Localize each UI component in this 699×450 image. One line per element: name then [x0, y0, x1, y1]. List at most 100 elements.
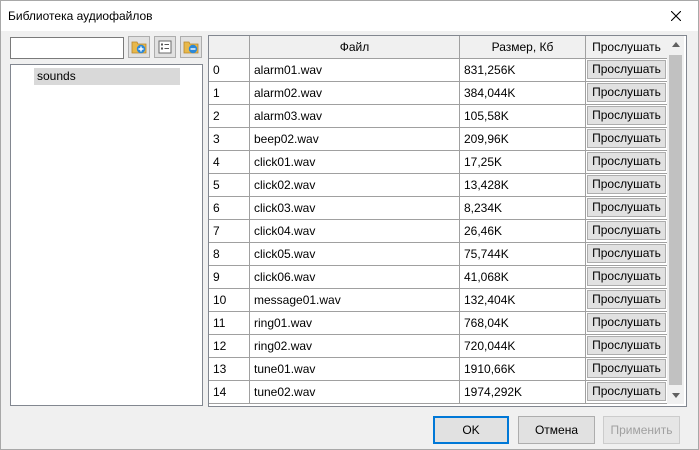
row-index: 5	[209, 174, 250, 197]
header-index[interactable]	[209, 36, 250, 59]
table-row[interactable]: 11 ring01.wav 768,04K Прослушать	[209, 312, 668, 335]
row-file-size: 768,04K	[460, 312, 586, 335]
row-file-name: click06.wav	[250, 266, 460, 289]
table-row[interactable]: 10 message01.wav 132,404K Прослушать	[209, 289, 668, 312]
row-file-size: 720,044K	[460, 335, 586, 358]
row-play-cell: Прослушать	[586, 312, 668, 335]
list-view-button[interactable]	[154, 36, 176, 58]
play-button[interactable]: Прослушать	[587, 106, 666, 125]
row-index: 6	[209, 197, 250, 220]
table-row[interactable]: 13 tune01.wav 1910,66K Прослушать	[209, 358, 668, 381]
search-input[interactable]	[10, 37, 124, 59]
row-play-cell: Прослушать	[586, 335, 668, 358]
remove-folder-icon	[183, 41, 199, 54]
row-file-name: alarm01.wav	[250, 59, 460, 82]
scroll-down-button[interactable]	[667, 387, 684, 404]
table-row[interactable]: 6 click03.wav 8,234K Прослушать	[209, 197, 668, 220]
row-play-cell: Прослушать	[586, 220, 668, 243]
cancel-button[interactable]: Отмена	[518, 416, 595, 444]
table-row[interactable]: 9 click06.wav 41,068K Прослушать	[209, 266, 668, 289]
window-title: Библиотека аудиофайлов	[8, 9, 153, 23]
row-file-size: 1910,66K	[460, 358, 586, 381]
row-file-name: alarm02.wav	[250, 82, 460, 105]
play-button[interactable]: Прослушать	[587, 152, 666, 171]
row-file-size: 41,068K	[460, 266, 586, 289]
row-file-size: 1974,292K	[460, 381, 586, 404]
scrollbar-thumb[interactable]	[669, 55, 682, 385]
play-button[interactable]: Прослушать	[587, 83, 666, 102]
row-file-size: 13,428K	[460, 174, 586, 197]
row-index: 2	[209, 105, 250, 128]
table-row[interactable]: 0 alarm01.wav 831,256K Прослушать	[209, 59, 668, 82]
play-button[interactable]: Прослушать	[587, 175, 666, 194]
table-row[interactable]: 12 ring02.wav 720,044K Прослушать	[209, 335, 668, 358]
scroll-up-button[interactable]	[667, 36, 684, 53]
play-button[interactable]: Прослушать	[587, 244, 666, 263]
row-file-size: 105,58K	[460, 105, 586, 128]
row-file-name: beep02.wav	[250, 128, 460, 151]
table-row[interactable]: 2 alarm03.wav 105,58K Прослушать	[209, 105, 668, 128]
add-folder-icon	[131, 41, 147, 54]
remove-folder-button[interactable]	[180, 36, 202, 58]
row-file-size: 132,404K	[460, 289, 586, 312]
table-row[interactable]: 7 click04.wav 26,46K Прослушать	[209, 220, 668, 243]
ok-button[interactable]: OK	[433, 416, 509, 444]
row-index: 7	[209, 220, 250, 243]
row-file-name: click05.wav	[250, 243, 460, 266]
play-button[interactable]: Прослушать	[587, 313, 666, 332]
row-file-size: 8,234K	[460, 197, 586, 220]
row-play-cell: Прослушать	[586, 151, 668, 174]
row-file-name: click02.wav	[250, 174, 460, 197]
folder-tree[interactable]: sounds	[10, 64, 203, 406]
row-play-cell: Прослушать	[586, 174, 668, 197]
row-file-name: click01.wav	[250, 151, 460, 174]
table-row[interactable]: 4 click01.wav 17,25K Прослушать	[209, 151, 668, 174]
row-play-cell: Прослушать	[586, 381, 668, 404]
header-play[interactable]: Прослушать	[586, 36, 668, 59]
play-button[interactable]: Прослушать	[587, 129, 666, 148]
close-button[interactable]	[654, 1, 698, 31]
play-button[interactable]: Прослушать	[587, 290, 666, 309]
row-play-cell: Прослушать	[586, 105, 668, 128]
row-file-size: 26,46K	[460, 220, 586, 243]
row-index: 8	[209, 243, 250, 266]
play-button[interactable]: Прослушать	[587, 221, 666, 240]
row-play-cell: Прослушать	[586, 289, 668, 312]
play-button[interactable]: Прослушать	[587, 60, 666, 79]
table-row[interactable]: 5 click02.wav 13,428K Прослушать	[209, 174, 668, 197]
row-play-cell: Прослушать	[586, 197, 668, 220]
apply-button[interactable]: Применить	[603, 416, 680, 444]
row-file-name: ring02.wav	[250, 335, 460, 358]
row-file-size: 384,044K	[460, 82, 586, 105]
row-file-name: tune01.wav	[250, 358, 460, 381]
row-index: 14	[209, 381, 250, 404]
table-row[interactable]: 1 alarm02.wav 384,044K Прослушать	[209, 82, 668, 105]
row-file-name: click03.wav	[250, 197, 460, 220]
header-file[interactable]: Файл	[250, 36, 460, 59]
play-button[interactable]: Прослушать	[587, 267, 666, 286]
row-play-cell: Прослушать	[586, 82, 668, 105]
title-bar: Библиотека аудиофайлов	[1, 1, 698, 31]
tree-item-sounds[interactable]: sounds	[34, 68, 180, 85]
row-index: 12	[209, 335, 250, 358]
play-button[interactable]: Прослушать	[587, 198, 666, 217]
table-row[interactable]: 3 beep02.wav 209,96K Прослушать	[209, 128, 668, 151]
add-folder-button[interactable]	[128, 36, 150, 58]
row-file-size: 209,96K	[460, 128, 586, 151]
row-index: 0	[209, 59, 250, 82]
vertical-scrollbar[interactable]	[667, 36, 684, 404]
play-button[interactable]: Прослушать	[587, 336, 666, 355]
row-file-name: ring01.wav	[250, 312, 460, 335]
play-button[interactable]: Прослушать	[587, 359, 666, 378]
row-index: 3	[209, 128, 250, 151]
scroll-down-icon	[671, 393, 680, 398]
play-button[interactable]: Прослушать	[587, 382, 666, 401]
row-file-name: tune02.wav	[250, 381, 460, 404]
table-row[interactable]: 8 click05.wav 75,744K Прослушать	[209, 243, 668, 266]
header-size[interactable]: Размер, Кб	[460, 36, 586, 59]
row-file-name: click04.wav	[250, 220, 460, 243]
row-file-name: alarm03.wav	[250, 105, 460, 128]
table-row[interactable]: 14 tune02.wav 1974,292K Прослушать	[209, 381, 668, 404]
row-play-cell: Прослушать	[586, 358, 668, 381]
row-play-cell: Прослушать	[586, 128, 668, 151]
